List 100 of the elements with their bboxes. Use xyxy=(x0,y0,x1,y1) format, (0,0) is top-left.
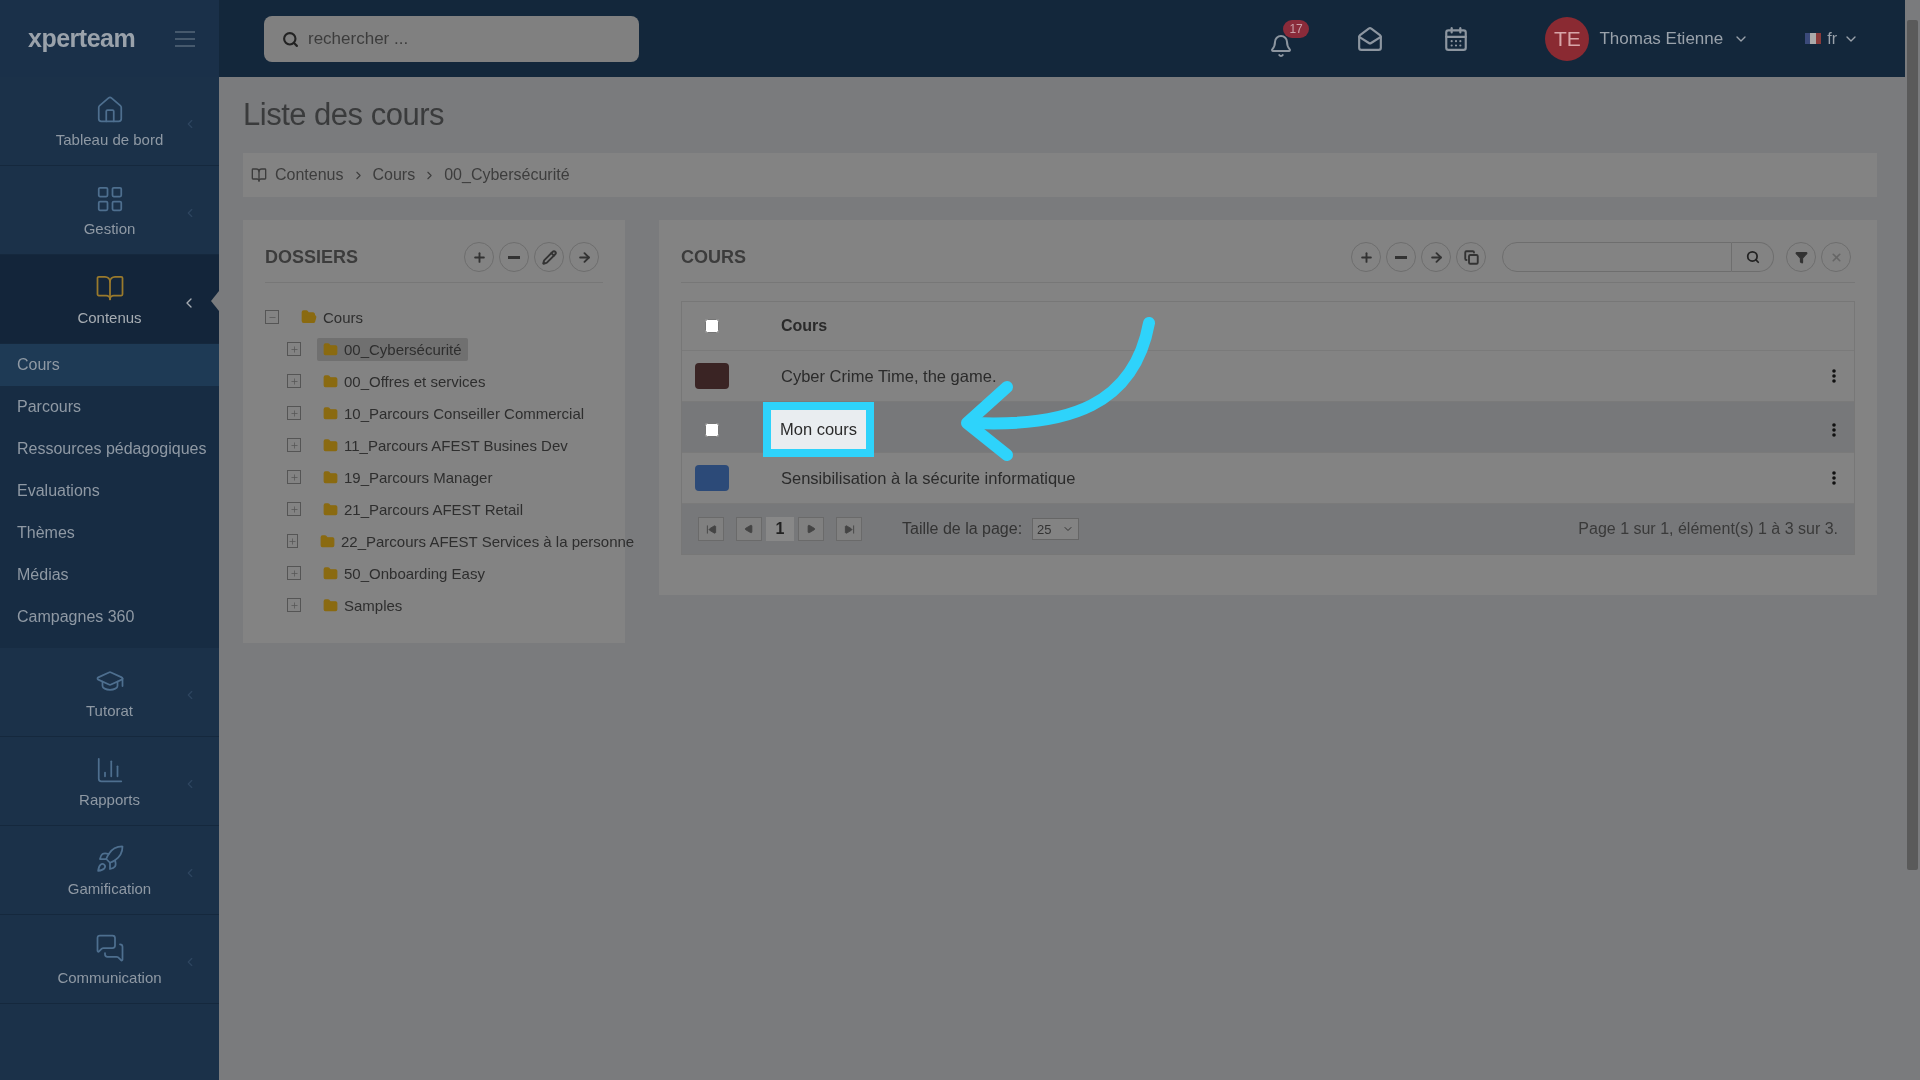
remove-button[interactable] xyxy=(1386,242,1416,272)
search-field[interactable]: rechercher ... xyxy=(264,15,639,62)
menu-icon[interactable] xyxy=(175,30,195,47)
pager-summary: Page 1 sur 1, élément(s) 1 à 3 sur 3. xyxy=(1578,520,1838,538)
tree-node[interactable]: 22_Parcours AFEST Services à la personne xyxy=(314,529,641,553)
edit-button[interactable] xyxy=(534,242,564,272)
minus-icon xyxy=(1395,255,1407,259)
page-size-select[interactable]: 25 xyxy=(1032,518,1079,540)
tree-node-label: 21_Parcours AFEST Retail xyxy=(344,500,523,518)
row-checkbox[interactable] xyxy=(705,422,719,437)
tree-node[interactable]: 10_Parcours Conseiller Commercial xyxy=(317,401,591,425)
notification-count: 17 xyxy=(1283,19,1309,38)
folder-icon xyxy=(323,405,338,421)
add-button[interactable] xyxy=(1351,242,1381,272)
vertical-dots-icon xyxy=(1832,369,1836,383)
expand-toggle[interactable] xyxy=(287,534,298,548)
envelope-icon xyxy=(1357,25,1384,52)
remove-button[interactable] xyxy=(499,242,529,272)
add-button[interactable] xyxy=(464,242,494,272)
plus-icon xyxy=(289,344,299,354)
app-logo[interactable]: xperteam xyxy=(28,24,136,53)
plus-icon xyxy=(289,440,299,450)
tree-node[interactable]: 00_Cybersécurité xyxy=(317,337,468,361)
more-button[interactable] xyxy=(1832,422,1836,437)
flag-icon xyxy=(1805,33,1822,44)
previous-page-button[interactable] xyxy=(736,517,762,541)
minus-icon xyxy=(508,255,520,259)
tree-node-label: Cours xyxy=(323,308,363,326)
tree-node[interactable]: Cours xyxy=(295,305,369,329)
plus-icon xyxy=(289,504,299,514)
folder-icon xyxy=(323,373,338,389)
expand-toggle[interactable] xyxy=(287,598,301,612)
last-page-button[interactable] xyxy=(836,517,862,541)
breadcrumb-link[interactable]: Cours xyxy=(372,166,416,184)
clear-button[interactable] xyxy=(1821,242,1851,272)
page-size-label: Taille de la page: xyxy=(902,520,1023,538)
tree-node-label: 22_Parcours AFEST Services à la personne xyxy=(341,532,635,550)
calendar-icon xyxy=(1443,25,1470,52)
arrow-right-icon xyxy=(576,249,592,265)
folder-icon xyxy=(323,597,338,613)
more-button[interactable] xyxy=(1832,471,1836,485)
tree-node-label: 19_Parcours Manager xyxy=(344,468,493,486)
tree-node-label: 00_Offres et services xyxy=(344,372,486,390)
folder-icon xyxy=(323,565,338,581)
tree-node-label: 11_Parcours AFEST Busines Dev xyxy=(344,436,568,454)
tree-node[interactable]: 00_Offres et services xyxy=(317,369,492,393)
copy-icon xyxy=(1463,249,1479,265)
expand-toggle[interactable] xyxy=(287,470,301,484)
panel-title: DOSSIERS xyxy=(265,246,360,268)
move-button[interactable] xyxy=(569,242,599,272)
plus-icon xyxy=(289,600,299,610)
expand-toggle[interactable] xyxy=(287,374,301,388)
folder-icon xyxy=(323,501,338,517)
filter-button[interactable] xyxy=(1786,242,1816,272)
expand-toggle[interactable] xyxy=(287,342,301,356)
collapse-toggle[interactable] xyxy=(265,310,279,324)
sidebar-item[interactable]: Contenus xyxy=(0,255,219,344)
skip-forward-icon xyxy=(843,523,855,535)
tree-node-label: 10_Parcours Conseiller Commercial xyxy=(344,404,585,422)
plus-icon xyxy=(289,376,299,386)
select-all-checkbox[interactable] xyxy=(705,319,719,333)
panel-title: COURS xyxy=(681,246,747,268)
breadcrumb-link[interactable]: Contenus xyxy=(275,166,344,184)
folder-icon xyxy=(323,437,338,453)
expand-toggle[interactable] xyxy=(287,566,301,580)
close-icon xyxy=(1829,250,1843,264)
notifications-button[interactable]: 17 xyxy=(1253,19,1318,58)
submenu-item[interactable]: Cours xyxy=(0,344,219,386)
tree-node[interactable]: 21_Parcours AFEST Retail xyxy=(317,497,529,521)
arrow-right-icon xyxy=(1428,249,1444,265)
tree-node-label: Samples xyxy=(344,596,403,614)
page-number[interactable]: 1 xyxy=(766,517,794,541)
plus-icon xyxy=(289,408,299,418)
language-selector[interactable]: fr xyxy=(1799,28,1865,49)
tree-node[interactable]: 50_Onboarding Easy xyxy=(317,561,491,585)
tree-node[interactable]: 19_Parcours Manager xyxy=(317,465,499,489)
triangle-left-icon xyxy=(744,524,754,534)
chat-bubbles-icon xyxy=(94,932,125,963)
move-button[interactable] xyxy=(1421,242,1451,272)
scrollbar-thumb[interactable] xyxy=(1907,20,1918,870)
copy-button[interactable] xyxy=(1456,242,1486,272)
expand-toggle[interactable] xyxy=(287,438,301,452)
expand-toggle[interactable] xyxy=(287,502,301,516)
more-button[interactable] xyxy=(1832,369,1836,383)
tree-node[interactable]: 11_Parcours AFEST Busines Dev xyxy=(317,433,574,457)
photo-placeholder xyxy=(695,465,729,491)
plus-icon xyxy=(471,249,487,265)
active-indicator xyxy=(211,291,219,311)
user-menu[interactable]: TE Thomas Etienne xyxy=(1539,15,1756,62)
expand-toggle[interactable] xyxy=(287,406,301,420)
page-title: Liste des cours xyxy=(243,97,445,133)
breadcrumb-link[interactable]: 00_Cybersécurité xyxy=(444,166,570,184)
tree-node[interactable]: Samples xyxy=(317,593,409,617)
first-page-button[interactable] xyxy=(698,517,724,541)
tree-node-label: 00_Cybersécurité xyxy=(344,340,462,358)
user-avatar: TE xyxy=(1545,16,1590,61)
pencil-icon xyxy=(541,249,557,265)
plus-icon xyxy=(289,568,299,578)
column-header[interactable]: Cours xyxy=(781,317,828,335)
next-page-button[interactable] xyxy=(798,517,824,541)
